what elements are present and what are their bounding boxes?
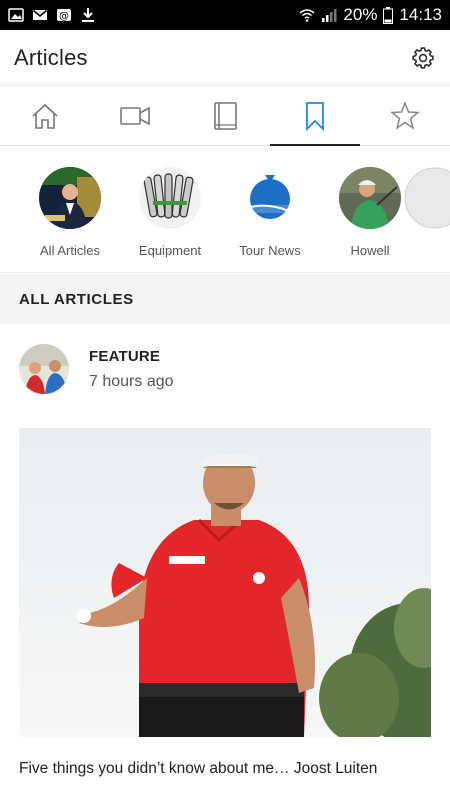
- book-icon: [214, 101, 237, 130]
- home-icon: [32, 103, 58, 129]
- category-more[interactable]: [404, 147, 450, 272]
- author-avatar: [19, 344, 69, 394]
- svg-text:@: @: [59, 11, 69, 22]
- tab-favourites[interactable]: [360, 86, 450, 145]
- category-all-articles[interactable]: All Articles: [20, 147, 120, 272]
- tab-bookmarks[interactable]: [270, 86, 360, 146]
- page-title: Articles: [14, 44, 88, 70]
- article-kind: FEATURE: [89, 347, 161, 365]
- tab-bar: [0, 86, 450, 146]
- gmail-icon: [33, 9, 47, 20]
- category-tour-news[interactable]: Tour News: [220, 147, 320, 272]
- wifi-icon: [299, 9, 315, 22]
- category-label: Equipment: [138, 243, 202, 258]
- tab-magazine[interactable]: [180, 86, 270, 145]
- gallery-icon: [8, 8, 24, 22]
- download-icon: [82, 8, 94, 22]
- app-bar: Articles: [0, 30, 450, 86]
- article-time: 7 hours ago: [89, 372, 174, 390]
- email-icon: @: [57, 9, 71, 22]
- category-label: Tour News: [239, 243, 301, 258]
- bookmark-icon: [306, 101, 324, 131]
- article-meta[interactable]: FEATURE 7 hours ago: [19, 344, 174, 394]
- section-header: ALL ARTICLES: [0, 274, 450, 324]
- battery-percent: 20%: [343, 5, 378, 24]
- category-equipment[interactable]: Equipment: [120, 147, 220, 272]
- video-icon: [120, 106, 150, 125]
- howell-thumbnail: [339, 167, 401, 229]
- category-carousel: All Articles Equipment Tour News Howell: [0, 147, 450, 273]
- european-tour-logo-icon: [239, 167, 301, 229]
- category-label: All Articles: [40, 243, 100, 258]
- status-bar: @ 20% 14:13: [0, 0, 450, 30]
- battery-icon: [383, 6, 394, 24]
- gear-icon[interactable]: [410, 45, 436, 71]
- clock: 14:13: [399, 5, 442, 24]
- category-howell[interactable]: Howell: [320, 147, 420, 272]
- tab-video[interactable]: [90, 86, 180, 145]
- equipment-thumbnail: [139, 167, 201, 229]
- article-headline[interactable]: Five things you didn’t know about me… Jo…: [19, 760, 439, 778]
- article-hero-image[interactable]: [19, 428, 431, 737]
- signal-icon: [322, 9, 337, 22]
- section-title: ALL ARTICLES: [19, 290, 134, 308]
- star-icon: [390, 100, 420, 130]
- all-articles-thumbnail: [39, 167, 101, 229]
- tab-home[interactable]: [0, 86, 90, 145]
- category-label: Howell: [350, 243, 390, 258]
